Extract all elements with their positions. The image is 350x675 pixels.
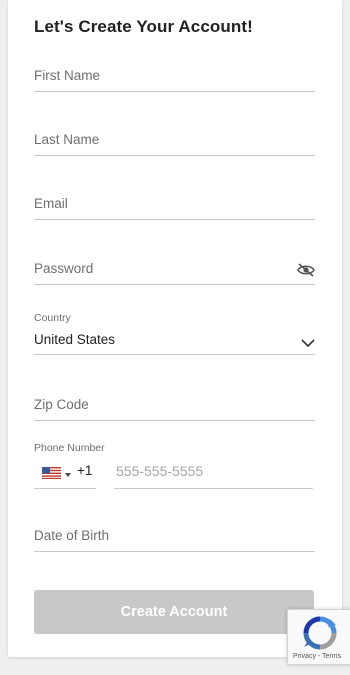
zip-code-field[interactable]: Zip Code <box>34 396 315 421</box>
first-name-placeholder: First Name <box>34 68 101 83</box>
recaptcha-links[interactable]: Privacy - Terms <box>293 653 341 660</box>
eye-off-icon[interactable] <box>297 263 315 277</box>
recaptcha-badge[interactable]: Privacy - Terms <box>287 609 350 665</box>
country-label: Country <box>34 312 71 324</box>
country-select[interactable]: United States <box>34 330 315 355</box>
date-of-birth-placeholder: Date of Birth <box>34 528 110 543</box>
first-name-field[interactable]: First Name <box>34 67 315 92</box>
country-value: United States <box>34 332 116 347</box>
last-name-placeholder: Last Name <box>34 132 100 147</box>
form-title: Let's Create Your Account! <box>34 17 253 36</box>
signup-card: Let's Create Your Account! First Name La… <box>8 0 342 657</box>
email-placeholder: Email <box>34 196 68 211</box>
password-placeholder: Password <box>34 261 94 276</box>
phone-placeholder: 555-555-5555 <box>116 463 204 479</box>
recaptcha-logo-icon <box>303 616 337 650</box>
phone-label: Phone Number <box>34 442 105 454</box>
date-of-birth-field[interactable]: Date of Birth <box>34 527 315 552</box>
last-name-field[interactable]: Last Name <box>34 131 315 156</box>
chevron-down-icon <box>301 335 315 348</box>
email-field[interactable]: Email <box>34 195 315 220</box>
phone-country-selector[interactable]: +1 <box>34 463 96 489</box>
phone-number-input[interactable]: 555-555-5555 <box>114 463 313 489</box>
zip-code-placeholder: Zip Code <box>34 397 89 412</box>
create-account-button[interactable]: Create Account <box>34 590 314 634</box>
caret-down-icon <box>64 466 72 477</box>
us-flag-icon <box>42 466 61 479</box>
password-field[interactable]: Password <box>34 260 315 285</box>
dial-code: +1 <box>77 463 93 478</box>
